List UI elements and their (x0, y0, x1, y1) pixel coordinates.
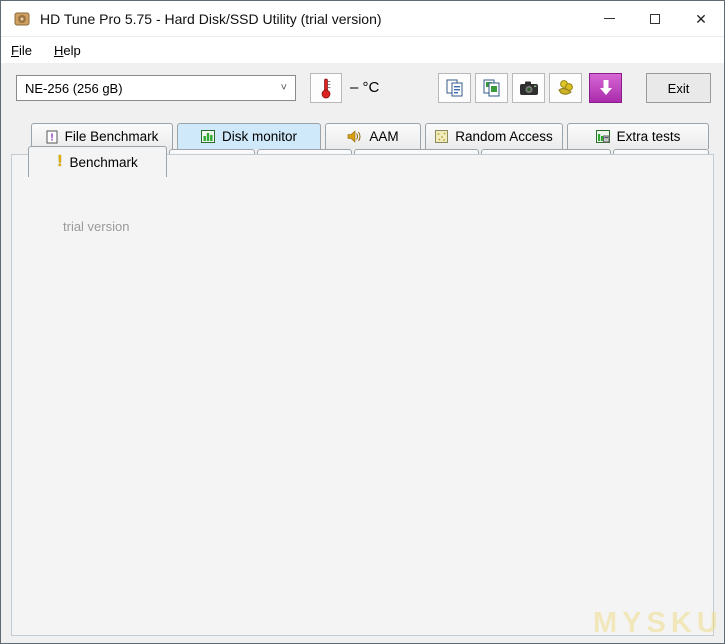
tab-label: Benchmark (69, 154, 138, 170)
save-results-button[interactable] (589, 73, 622, 103)
download-arrow-icon (599, 80, 612, 95)
camera-icon (519, 81, 538, 95)
tab-random-access[interactable]: Random Access (425, 123, 563, 149)
minimize-icon (603, 18, 615, 19)
tab-aam[interactable]: AAM (325, 123, 421, 149)
drive-select-dropdown[interactable]: NE-256 (256 gB) ˅ (16, 75, 296, 101)
toolbar: NE-256 (256 gB) ˅ – °C Exit (1, 63, 724, 121)
hdtune-window: { "window": { "title": "HD Tune Pro 5.75… (0, 0, 725, 644)
chevron-down-icon: ˅ (280, 82, 287, 94)
close-icon: ✕ (695, 10, 707, 27)
minimize-button[interactable] (586, 1, 632, 36)
tab-label: File Benchmark (64, 129, 159, 144)
copy-image-icon (483, 79, 499, 97)
tab-label: Extra tests (616, 129, 681, 144)
tab-label: Random Access (455, 129, 553, 144)
tab-label: AAM (369, 129, 399, 144)
exit-button[interactable]: Exit (646, 73, 711, 103)
title-bar: HD Tune Pro 5.75 - Hard Disk/SSD Utility… (1, 1, 724, 37)
tab-benchmark[interactable]: ! Benchmark (28, 146, 167, 177)
temperature-value: – °C (350, 79, 380, 96)
exit-label: Exit (667, 80, 690, 96)
copy-text-button[interactable] (438, 73, 471, 103)
menu-help[interactable]: Help (54, 43, 81, 58)
random-access-icon (435, 130, 449, 143)
drive-select-value: NE-256 (256 gB) (25, 80, 123, 96)
window-title: HD Tune Pro 5.75 - Hard Disk/SSD Utility… (40, 10, 382, 27)
tab-disk-monitor[interactable]: Disk monitor (177, 123, 321, 149)
thermometer-icon (321, 78, 331, 99)
trial-version-overlay: trial version (63, 219, 130, 234)
extra-tests-icon (595, 130, 610, 143)
menu-file[interactable]: File (11, 43, 32, 58)
screenshot-button[interactable] (512, 73, 545, 103)
close-button[interactable]: ✕ (678, 1, 724, 36)
copy-report-icon (446, 79, 462, 97)
temperature-button[interactable] (310, 73, 342, 103)
tab-label: Disk monitor (221, 129, 297, 144)
benchmark-icon: ! (57, 153, 63, 170)
donate-button[interactable] (549, 73, 582, 103)
donate-hand-coins-icon (557, 80, 573, 95)
maximize-button[interactable] (632, 1, 678, 36)
maximize-icon (650, 13, 660, 24)
file-benchmark-icon: ! (46, 130, 58, 144)
copy-image-button[interactable] (475, 73, 508, 103)
speaker-icon (347, 130, 362, 143)
menu-bar: File Help (1, 37, 724, 63)
app-icon (14, 12, 30, 25)
disk-monitor-icon (200, 130, 215, 143)
tab-extra-tests[interactable]: Extra tests (567, 123, 709, 149)
svg-text:!: ! (50, 132, 53, 143)
